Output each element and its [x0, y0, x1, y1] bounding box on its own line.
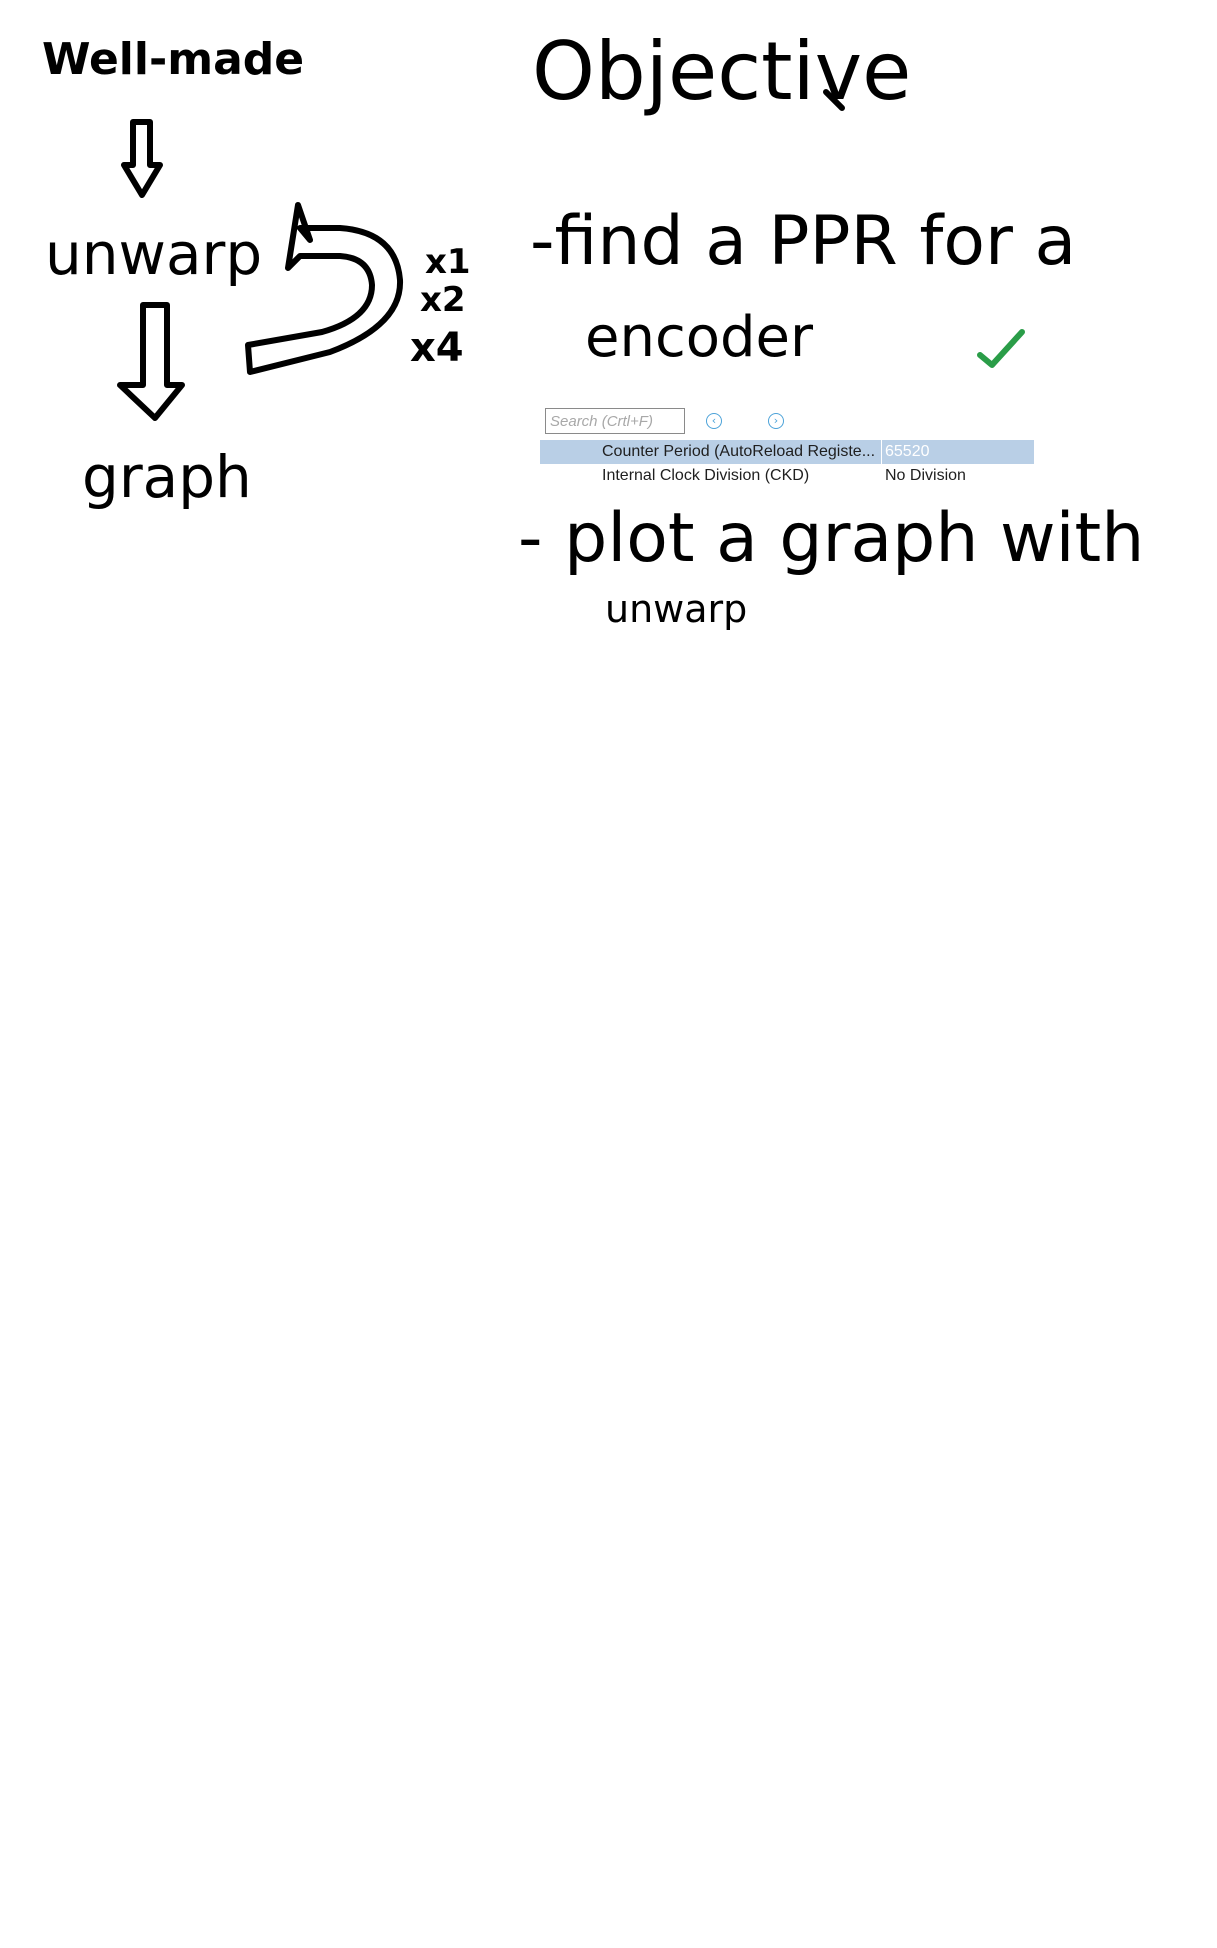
- down-arrow-icon: [117, 302, 185, 421]
- multiplier-x4: x4: [410, 325, 464, 371]
- parameter-settings-panel: ‹ › Counter Period (AutoReload Registe..…: [540, 405, 1040, 487]
- task1-line1: -find a PPR for a: [530, 202, 1077, 281]
- task2-sub: unwarp: [605, 587, 748, 631]
- parameter-row[interactable]: Counter Period (AutoReload Registe... 65…: [540, 440, 1034, 464]
- search-field[interactable]: [545, 408, 685, 434]
- graph-label: graph: [82, 443, 252, 511]
- multiplier-x2: x2: [420, 280, 466, 320]
- parameter-value[interactable]: 65520: [885, 443, 930, 461]
- parameter-row[interactable]: Internal Clock Division (CKD) No Divisio…: [540, 464, 1034, 484]
- loop-arrow-icon: [245, 202, 404, 375]
- parameter-value[interactable]: No Division: [885, 467, 966, 484]
- column-divider: [881, 440, 882, 464]
- down-arrow-icon: [121, 119, 163, 198]
- previous-result-icon[interactable]: ‹: [706, 413, 722, 429]
- search-input[interactable]: [546, 409, 684, 433]
- next-result-icon[interactable]: ›: [768, 413, 784, 429]
- task1-line2: encoder: [585, 305, 814, 370]
- check-icon: [977, 329, 1025, 368]
- task2-main: - plot a graph with: [518, 499, 1145, 578]
- objective-heading: Objective: [532, 25, 912, 118]
- unwarp-label: unwarp: [45, 220, 263, 288]
- parameter-name: Internal Clock Division (CKD): [602, 467, 810, 484]
- task1-status-check: ✓: [1082, 315, 1083, 316]
- parameter-name: Counter Period (AutoReload Registe...: [602, 443, 876, 460]
- well-made-label: Well-made: [42, 34, 305, 85]
- whiteboard-canvas: Well-made unwarp graph x1 x2 x4 Objectiv…: [0, 0, 1217, 1948]
- hand-drawn-strokes: [117, 89, 1025, 421]
- multiplier-x1: x1: [425, 242, 471, 282]
